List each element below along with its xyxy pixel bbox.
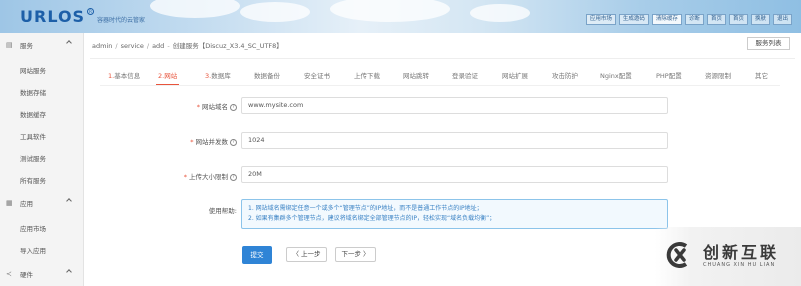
tab-nginx-config[interactable]: Nginx配置 <box>600 70 632 80</box>
next-step-button[interactable]: 下一步 〉 <box>335 247 376 262</box>
sidebar-group-apps[interactable]: ▦ 应用 <box>0 192 84 214</box>
chevron-up-icon <box>66 269 72 275</box>
sidebar-item-data-cache[interactable]: 数据缓存 <box>20 109 46 119</box>
sidebar-item-test-service[interactable]: 测试服务 <box>20 153 46 163</box>
nav-diagnose[interactable]: 诊断 <box>684 14 704 25</box>
tab-ssl-cert[interactable]: 安全证书 <box>304 70 330 80</box>
step-tabs: 1.基本信息 2.网站 3.数据库 数据备份 安全证书 上传下载 网站跳转 登录… <box>84 64 801 86</box>
sidebar-item-app-market[interactable]: 应用市场 <box>20 223 46 233</box>
tab-database[interactable]: 3.数据库 <box>205 70 231 80</box>
breadcrumb-add[interactable]: add <box>152 42 164 50</box>
divider <box>90 58 795 59</box>
help-line-1: 1. 网站域名需绑定任意一个或多个“管理节点”的IP地址，而不是普通工作节点的I… <box>248 205 483 212</box>
tab-resource-limit[interactable]: 资源限制 <box>705 70 731 80</box>
tab-basic-info[interactable]: 1.基本信息 <box>108 70 140 80</box>
tab-website[interactable]: 2.网站 <box>155 70 180 86</box>
nav-home-2[interactable]: 首页 <box>728 14 748 25</box>
help-icon[interactable]: ? <box>230 138 237 146</box>
nav-app-market[interactable]: 应用市场 <box>585 14 616 25</box>
domain-input[interactable]: www.mysite.com <box>241 97 668 114</box>
tab-site-extension[interactable]: 网站扩展 <box>502 70 528 80</box>
header-cloud <box>240 2 310 22</box>
watermark-en-text: CHUANG XIN HU LIAN <box>703 262 776 268</box>
concurrency-input[interactable]: 1024 <box>241 132 668 149</box>
service-list-button[interactable]: 服务列表 <box>747 37 790 50</box>
tab-other[interactable]: 其它 <box>755 70 768 80</box>
help-icon[interactable]: ? <box>230 103 237 111</box>
concurrency-label: * 网站并发数? <box>190 136 237 146</box>
breadcrumb: admin / service / add - 创建服务【Discuz_X3.4_SC_UT… <box>92 42 283 50</box>
tab-underline <box>100 85 780 86</box>
prev-step-button[interactable]: 〈 上一步 <box>286 247 327 262</box>
sidebar-group-hardware[interactable]: ≺ 硬件 <box>0 263 84 285</box>
nav-skin[interactable]: 换肤 <box>750 14 770 25</box>
upload-limit-input[interactable]: 20M <box>241 166 668 183</box>
upload-limit-label: * 上传大小限制? <box>184 171 237 181</box>
sidebar: ▤ 服务 网站服务 数据存储 数据缓存 工具软件 测试服务 所有服务 ▦ 应用 … <box>0 33 84 286</box>
tab-upload-download[interactable]: 上传下载 <box>354 70 380 80</box>
tab-login-auth[interactable]: 登录验证 <box>452 70 478 80</box>
sidebar-group-services[interactable]: ▤ 服务 <box>0 34 84 56</box>
sidebar-group-label: 硬件 <box>20 271 33 279</box>
sidebar-item-all-services[interactable]: 所有服务 <box>20 175 46 185</box>
header-cloud <box>330 0 450 22</box>
top-nav: 应用市场 生成邀码 清除缓存 诊断 首页 首页 换肤 退出 <box>585 14 792 25</box>
help-label: 使用帮助: <box>208 207 237 215</box>
chevron-up-icon <box>66 40 72 46</box>
tab-php-config[interactable]: PHP配置 <box>656 70 682 80</box>
urlos-logo[interactable]: URLOS <box>20 7 85 26</box>
sidebar-item-tools[interactable]: 工具软件 <box>20 131 46 141</box>
header-slogan: 容器时代的云管家 <box>97 17 146 24</box>
share-icon: ≺ <box>6 270 12 278</box>
header-cloud <box>470 4 530 22</box>
help-icon[interactable]: ? <box>230 173 237 181</box>
submit-button[interactable]: 提交 <box>242 246 272 264</box>
sidebar-item-data-storage[interactable]: 数据存储 <box>20 87 46 97</box>
sidebar-item-website-service[interactable]: 网站服务 <box>20 65 46 75</box>
tab-site-redirect[interactable]: 网站跳转 <box>403 70 429 80</box>
server-icon: ▤ <box>6 41 13 49</box>
breadcrumb-current: 创建服务【Discuz_X3.4_SC_UTF8】 <box>172 42 283 50</box>
breadcrumb-admin[interactable]: admin <box>92 42 112 50</box>
header-cloud <box>150 0 240 18</box>
top-header: URLOS R 容器时代的云管家 应用市场 生成邀码 清除缓存 诊断 首页 首页… <box>0 0 801 33</box>
help-notice: 1. 网站域名需绑定任意一个或多个“管理节点”的IP地址，而不是普通工作节点的I… <box>241 199 668 229</box>
sidebar-group-label: 应用 <box>20 200 33 208</box>
grid-icon: ▦ <box>6 199 13 207</box>
sidebar-item-import-app[interactable]: 导入应用 <box>20 245 46 255</box>
nav-invite-code[interactable]: 生成邀码 <box>618 14 649 25</box>
chuangxin-logo-icon <box>666 242 688 268</box>
breadcrumb-service[interactable]: service <box>121 42 144 50</box>
nav-clear-cache[interactable]: 清除缓存 <box>651 14 682 25</box>
watermark-cn-text: 创新互联 <box>703 243 780 262</box>
help-line-2: 2. 如果有集群多个管理节点，建议将域名绑定全部管理节点的IP，轻松实现“域名负… <box>248 215 496 222</box>
domain-label: * 网站域名? <box>197 101 237 111</box>
sidebar-group-label: 服务 <box>20 42 33 50</box>
tab-data-backup[interactable]: 数据备份 <box>254 70 280 80</box>
nav-logout[interactable]: 退出 <box>772 14 792 25</box>
chevron-up-icon <box>66 198 72 204</box>
tab-attack-protection[interactable]: 攻击防护 <box>552 70 578 80</box>
nav-home[interactable]: 首页 <box>706 14 726 25</box>
registered-mark: R <box>87 8 94 15</box>
